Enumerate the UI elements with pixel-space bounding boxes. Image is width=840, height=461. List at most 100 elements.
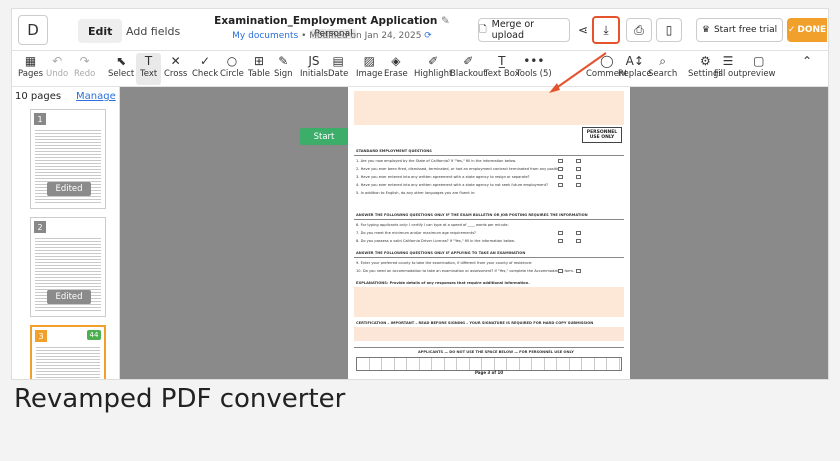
start-free-trial-button[interactable]: ♛ Start free trial xyxy=(696,18,783,42)
convert-button[interactable]: ▯ xyxy=(656,18,682,42)
form-question: 6. For typing applicants only: I certify… xyxy=(356,223,509,227)
merge-upload-button[interactable]: 🗋 Merge or upload xyxy=(478,18,570,42)
toolbar-select-button[interactable]: ⬉ Select xyxy=(108,53,134,85)
convert-file-icon: ▯ xyxy=(665,23,673,37)
toolbar-preview-button[interactable]: ▢ preview xyxy=(742,53,776,85)
section-standard-questions: STANDARD EMPLOYMENT QUESTIONS xyxy=(356,149,432,153)
toolbar-label: Erase xyxy=(384,69,408,79)
toolbar-text-button[interactable]: T Text xyxy=(136,53,162,85)
no-checkbox[interactable] xyxy=(576,269,581,273)
page-thumbnail-1[interactable]: 1 Edited xyxy=(30,109,106,209)
yes-checkbox[interactable] xyxy=(558,239,563,243)
toolbar-tools-5-button[interactable]: ••• Tools (5) xyxy=(516,53,552,85)
trial-label: Start free trial xyxy=(713,25,778,35)
cross-icon: ✕ xyxy=(170,54,181,68)
toolbar-undo-button[interactable]: ↶ Undo xyxy=(46,53,68,85)
no-checkbox[interactable] xyxy=(576,231,581,235)
toolbar-initials-button[interactable]: JS Initials xyxy=(300,53,328,85)
manage-pages-link[interactable]: Manage xyxy=(76,91,116,102)
toolbar-image-button[interactable]: ▨ Image xyxy=(356,53,383,85)
upload-file-icon: 🗋 xyxy=(479,24,487,35)
form-header-band xyxy=(354,91,624,125)
edited-badge: Edited xyxy=(47,182,91,196)
redo-icon: ↷ xyxy=(79,54,90,68)
no-checkbox[interactable] xyxy=(576,183,581,187)
toolbar-label: Replace xyxy=(618,69,652,79)
page-thumbnail-2[interactable]: 2 Edited xyxy=(30,217,106,317)
sync-icon: ⟳ xyxy=(424,31,432,41)
yes-checkbox[interactable] xyxy=(558,175,563,179)
explanations-heading: EXPLANATIONS: Provide details of any res… xyxy=(356,281,530,285)
no-checkbox[interactable] xyxy=(576,167,581,171)
share-icon[interactable]: ⋖ xyxy=(574,21,592,39)
page-thumbnail-3[interactable]: 3 44 xyxy=(30,325,106,379)
edit-title-icon[interactable]: ✎ xyxy=(441,15,450,27)
certification-text xyxy=(354,327,624,341)
tab-add-fields[interactable]: Add fields xyxy=(126,19,180,43)
yes-checkbox[interactable] xyxy=(558,167,563,171)
print-button[interactable]: ⎙ xyxy=(626,18,652,42)
fillout-icon: ☰ xyxy=(722,54,734,68)
document-page[interactable]: PERSONNEL USE ONLY STANDARD EMPLOYMENT Q… xyxy=(348,87,630,379)
toolbar-label: Check xyxy=(192,69,219,79)
toolbar-label: Circle xyxy=(220,69,244,79)
tab-edit[interactable]: Edit xyxy=(78,19,123,43)
download-button[interactable]: ⤓ xyxy=(592,16,620,44)
erase-icon: ◈ xyxy=(391,54,401,68)
textbox-icon: T̲ xyxy=(498,54,506,68)
divider xyxy=(354,257,624,258)
pages-sidebar: 10 pages Manage 1 Edited 2 Edited 3 44 xyxy=(12,87,120,379)
toolbar-label: Redo xyxy=(74,69,96,79)
toolbar-cross-button[interactable]: ✕ Cross xyxy=(164,53,187,85)
form-question: 7. Do you meet the minimum and/or maximu… xyxy=(356,231,476,235)
toolbar-search-button[interactable]: ⌕ Search xyxy=(648,53,677,85)
toolbar-erase-button[interactable]: ◈ Erase xyxy=(384,53,408,85)
toolbar-label: preview xyxy=(742,69,776,79)
table-icon: ⊞ xyxy=(253,54,265,68)
toolbar-replace-button[interactable]: A↕ Replace xyxy=(618,53,652,85)
search-icon: ⌕ xyxy=(659,54,666,68)
pages-icon: ▦ xyxy=(24,54,37,68)
toolbar-text-box-button[interactable]: T̲ Text Box xyxy=(484,53,520,85)
start-button[interactable]: Start xyxy=(300,128,348,145)
toolbar-label: Date xyxy=(328,69,349,79)
folder-link[interactable]: My documents xyxy=(232,31,298,41)
collapse-toolbar-icon[interactable]: ⌃ xyxy=(802,53,812,85)
explanations-field[interactable] xyxy=(354,287,624,317)
toolbar-label: Undo xyxy=(46,69,69,79)
toolbar-table-button[interactable]: ⊞ Table xyxy=(248,53,270,85)
merge-upload-label: Merge or upload xyxy=(491,19,535,41)
toolbar-highlight-button[interactable]: ✐ Highlight xyxy=(414,53,452,85)
yes-checkbox[interactable] xyxy=(558,231,563,235)
no-checkbox[interactable] xyxy=(576,239,581,243)
done-button[interactable]: ✓ DONE xyxy=(787,18,827,42)
toolbar-fill-out-button[interactable]: ☰ Fill out xyxy=(714,53,742,85)
form-question: 10. Do you need an accommodation to take… xyxy=(356,269,575,273)
yes-checkbox[interactable] xyxy=(558,159,563,163)
no-checkbox[interactable] xyxy=(576,159,581,163)
toolbar-check-button[interactable]: ✓ Check xyxy=(192,53,218,85)
toolbar-sign-button[interactable]: ✎ Sign xyxy=(274,53,293,85)
app-logo[interactable]: D xyxy=(18,15,48,45)
form-question: 1. Are you now employed by the State of … xyxy=(356,159,517,163)
document-canvas[interactable]: Start PERSONNEL USE ONLY STANDARD EMPLOY… xyxy=(120,87,828,379)
divider xyxy=(354,155,624,156)
initials-icon: JS xyxy=(308,54,320,68)
caption: Revamped PDF converter xyxy=(14,384,346,414)
no-checkbox[interactable] xyxy=(576,175,581,179)
fields-count-badge: 44 xyxy=(87,330,101,340)
toolbar-redo-button[interactable]: ↷ Redo xyxy=(74,53,95,85)
toolbar-pages-button[interactable]: ▦ Pages xyxy=(18,53,43,85)
date-icon: ▤ xyxy=(332,54,344,68)
yes-checkbox[interactable] xyxy=(558,269,563,273)
toolbar-label: Text Box xyxy=(484,69,520,79)
toolbar-date-button[interactable]: ▤ Date xyxy=(328,53,348,85)
page-preview xyxy=(36,345,100,379)
chevron-up-icon: ⌃ xyxy=(802,54,813,68)
highlight-icon: ✐ xyxy=(428,54,439,68)
page-number: 3 xyxy=(35,330,47,342)
toolbar-label: Text xyxy=(140,69,158,79)
toolbar-blackout-button[interactable]: ✐ Blackout xyxy=(450,53,487,85)
yes-checkbox[interactable] xyxy=(558,183,563,187)
toolbar-circle-button[interactable]: ○ Circle xyxy=(220,53,244,85)
